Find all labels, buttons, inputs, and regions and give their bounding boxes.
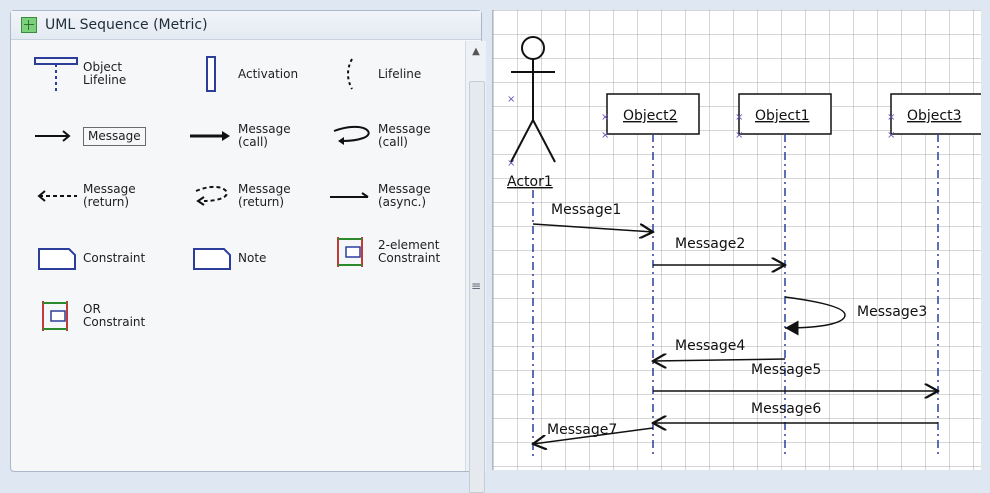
message-7[interactable]: Message7 bbox=[533, 422, 654, 444]
object-lifeline-icon bbox=[29, 55, 83, 93]
message-2[interactable]: Message2 bbox=[653, 236, 785, 265]
stencil-title: UML Sequence (Metric) bbox=[45, 17, 208, 33]
stencil-label: Note bbox=[238, 250, 267, 265]
stencil-label: Activation bbox=[238, 66, 299, 81]
stencil-item-constraint[interactable]: Constraint bbox=[29, 239, 179, 277]
actor-leg-left bbox=[510, 119, 534, 163]
message-arrow-icon bbox=[29, 117, 83, 155]
connector-x-icon: × bbox=[601, 112, 609, 123]
connector-x-icon: × bbox=[507, 94, 515, 105]
connector-x-icon: × bbox=[887, 112, 895, 123]
diagram-canvas[interactable]: Actor1 Object2 Object1 Object3 Message1 … bbox=[492, 10, 984, 470]
message-arrow bbox=[653, 359, 786, 361]
message-self-arrow bbox=[784, 296, 846, 336]
object-label: Object3 bbox=[907, 108, 962, 124]
message-return-self-icon bbox=[184, 177, 238, 215]
stencil-item-object-lifeline[interactable]: Object Lifeline bbox=[29, 55, 179, 93]
stencil-item-or-constraint[interactable]: OR Constraint bbox=[29, 297, 179, 335]
sequence-diagram: Actor1 Object2 Object1 Object3 Message1 … bbox=[507, 36, 984, 458]
connector-x-icon: × bbox=[507, 158, 515, 169]
stencil-item-note[interactable]: Note bbox=[184, 239, 324, 277]
connector-x-icon: × bbox=[887, 130, 895, 141]
message-async-icon bbox=[324, 177, 378, 215]
message-call-self-icon bbox=[324, 117, 378, 155]
stencil-content: Object Lifeline Activation Lifeline Mess… bbox=[19, 47, 459, 467]
stencil-item-activation[interactable]: Activation bbox=[184, 55, 324, 93]
object-label: Object2 bbox=[623, 108, 678, 124]
app-window: UML Sequence (Metric) Object Lifeline Ac… bbox=[0, 0, 990, 493]
stencil-item-message[interactable]: Message bbox=[29, 117, 179, 155]
message-label: Message5 bbox=[751, 362, 821, 378]
stencil-item-lifeline[interactable]: Lifeline bbox=[324, 55, 464, 93]
stencil-item-2-element-constraint[interactable]: 2-element Constraint bbox=[324, 233, 464, 271]
message-return-icon bbox=[29, 177, 83, 215]
stencil-label: Lifeline bbox=[378, 66, 422, 81]
stencil-icon bbox=[21, 17, 37, 33]
stencil-item-message-return-self[interactable]: Message (return) bbox=[184, 177, 324, 215]
message-label: Message7 bbox=[547, 422, 617, 438]
stencil-label: Message (return) bbox=[83, 182, 136, 209]
stencil-scrollbar[interactable]: ▲ ≡ bbox=[465, 41, 486, 493]
stencil-item-message-return[interactable]: Message (return) bbox=[29, 177, 179, 215]
stencil-label: Message (call) bbox=[378, 122, 431, 149]
message-arrow bbox=[532, 223, 653, 232]
stencil-label: Message (async.) bbox=[378, 182, 431, 209]
message-5[interactable]: Message5 bbox=[653, 362, 938, 391]
stencil-item-message-async[interactable]: Message (async.) bbox=[324, 177, 464, 215]
message-label: Message1 bbox=[551, 202, 621, 218]
lifeline-icon bbox=[324, 55, 378, 93]
actor-label: Actor1 bbox=[507, 174, 553, 190]
scroll-grip-icon: ≡ bbox=[470, 279, 482, 293]
message-6[interactable]: Message6 bbox=[653, 401, 938, 423]
message-4[interactable]: Message4 bbox=[653, 338, 786, 361]
message-label: Message6 bbox=[751, 401, 821, 417]
connector-x-icon: × bbox=[735, 112, 743, 123]
connector-x-icon: × bbox=[735, 130, 743, 141]
message-3[interactable]: Message3 bbox=[784, 296, 927, 336]
stencil-label: Message (call) bbox=[238, 122, 291, 149]
constraint-icon bbox=[29, 239, 83, 277]
scroll-up-arrow-icon[interactable]: ▲ bbox=[466, 41, 486, 61]
object-label: Object1 bbox=[755, 108, 810, 124]
stencil-header[interactable]: UML Sequence (Metric) bbox=[11, 11, 481, 40]
stencil-label: Message (return) bbox=[238, 182, 291, 209]
stencil-label: OR Constraint bbox=[83, 302, 146, 329]
message-label: Message4 bbox=[675, 338, 745, 354]
actor-head bbox=[521, 36, 545, 60]
object-object3[interactable]: Object3 bbox=[890, 93, 984, 458]
stencil-item-message-call-self[interactable]: Message (call) bbox=[324, 117, 464, 155]
stencil-label: 2-element Constraint bbox=[378, 238, 441, 265]
message-1[interactable]: Message1 bbox=[532, 202, 653, 232]
activation-icon bbox=[184, 55, 238, 93]
object-object2[interactable]: Object2 bbox=[606, 93, 700, 458]
stencil-label: Message bbox=[83, 126, 146, 146]
message-label: Message3 bbox=[857, 304, 927, 320]
two-element-constraint-icon bbox=[324, 233, 378, 271]
connector-x-icon: × bbox=[601, 130, 609, 141]
stencil-panel: UML Sequence (Metric) Object Lifeline Ac… bbox=[10, 10, 486, 493]
stencil-item-message-call[interactable]: Message (call) bbox=[184, 117, 324, 155]
stencil-label: Constraint bbox=[83, 250, 146, 265]
message-call-icon bbox=[184, 117, 238, 155]
connection-markers: × × × × × × × × bbox=[507, 94, 895, 169]
actor-leg-right bbox=[532, 119, 556, 163]
note-icon bbox=[184, 239, 238, 277]
stencil-label: Object Lifeline bbox=[83, 60, 127, 87]
or-constraint-icon bbox=[29, 297, 83, 335]
message-label: Message2 bbox=[675, 236, 745, 252]
